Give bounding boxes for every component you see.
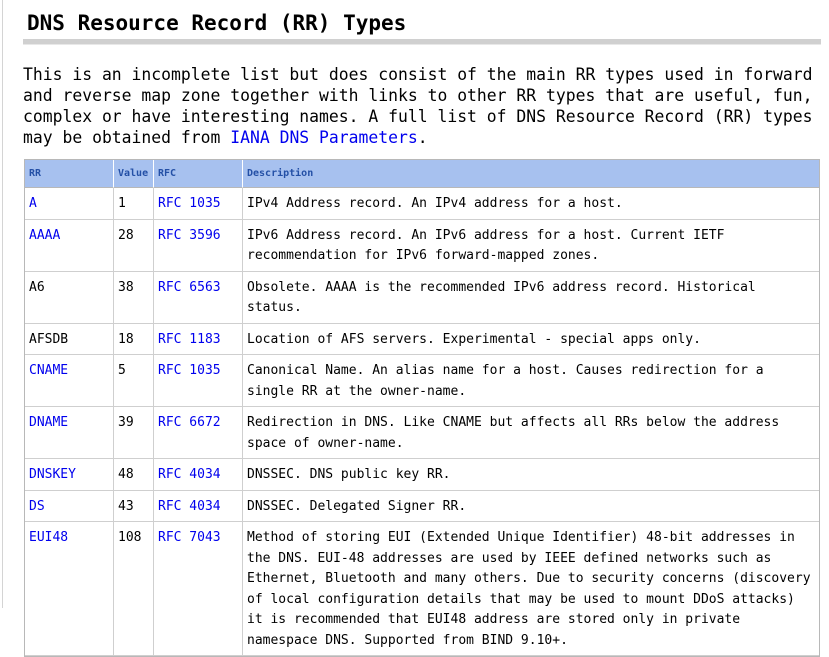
rfc-link[interactable]: RFC 4034 [158,467,221,482]
cell-rfc: RFC 4034 [154,459,243,491]
cell-rfc: RFC 1183 [154,323,243,355]
cell-rr: DNAME [25,407,114,459]
table-row: AAAA 28 RFC 3596 IPv6 Address record. An IP… [25,219,819,272]
cell-value: 18 [114,323,154,355]
cell-value: 108 [114,522,154,656]
cell-rfc: RFC 3596 [154,219,243,272]
title-divider [23,39,821,45]
cell-description: DNSSEC. Delegated Signer RR. [243,491,819,522]
cell-rr: DS [25,490,114,522]
rr-type-link[interactable]: EUI48 [29,530,68,545]
rr-types-table: RR Value RFC Description A 1 RFC 1035 IPv4 … [24,159,820,657]
cell-rfc: RFC 1035 [154,355,243,407]
rr-type-text: AFSDB [29,331,69,347]
table-row: A6 38 RFC 6563 Obsolete. AAAA is the recomm… [25,271,819,324]
cell-rfc: RFC 6672 [154,407,243,459]
rr-type-link[interactable]: DS [29,499,45,514]
rfc-link[interactable]: RFC 3596 [158,228,221,243]
cell-description: IPv6 Address record. An IPv6 address for… [243,220,819,272]
table-row: CNAME 5 RFC 1035 Canonical Name. An alias n… [25,355,819,407]
header-description: Description [243,160,819,188]
cell-rr: AFSDB [25,323,114,355]
cell-rfc: RFC 4034 [154,490,243,522]
rfc-link[interactable]: RFC 1035 [158,196,221,211]
cell-rr: DNSKEY [25,459,114,491]
cell-rfc: RFC 1035 [154,188,243,220]
cell-rr: A [25,188,114,220]
left-border [2,0,3,608]
cell-value: 5 [114,355,154,407]
cell-description: Canonical Name. An alias name for a host… [243,355,819,407]
table-row: DNSKEY 48 RFC 4034 DNSSEC. DNS public key R… [25,459,819,491]
cell-value: 43 [114,490,154,522]
header-rfc: RFC [154,160,243,188]
cell-description: DNSSEC. DNS public key RR. [243,459,819,491]
rr-type-link[interactable]: A [29,196,37,211]
table-row: A 1 RFC 1035 IPv4 Address record. An IPv4 a… [25,188,819,220]
table-body: A 1 RFC 1035 IPv4 Address record. An IPv4 a… [25,188,819,656]
rfc-link[interactable]: RFC 6672 [158,415,221,430]
cell-rr: EUI48 [25,522,114,656]
cell-value: 38 [114,271,154,324]
cell-description: Redirection in DNS. Like CNAME but affec… [243,407,819,459]
cell-value: 28 [114,219,154,272]
rfc-link[interactable]: RFC 1183 [158,332,221,347]
cell-description: IPv4 Address record. An IPv4 address for… [243,188,819,220]
cell-description: Method of storing EUI (Extended Unique I… [243,522,819,656]
rfc-link[interactable]: RFC 4034 [158,499,221,514]
rr-type-text: A6 [29,279,45,295]
rfc-link[interactable]: RFC 7043 [158,530,221,545]
cell-description: Location of AFS servers. Experimental - … [243,324,819,355]
cell-value: 48 [114,459,154,491]
cell-description: Obsolete. AAAA is the recommended IPv6 a… [243,272,819,324]
rr-type-link[interactable]: DNAME [29,415,68,430]
iana-dns-parameters-link[interactable]: IANA DNS Parameters [230,128,418,147]
rfc-link[interactable]: RFC 6563 [158,280,221,295]
header-rr: RR [25,160,114,188]
rr-type-link[interactable]: AAAA [29,228,60,243]
table-header-row: RR Value RFC Description [25,160,819,188]
cell-rr: CNAME [25,355,114,407]
cell-rr: AAAA [25,219,114,272]
cell-rfc: RFC 6563 [154,271,243,324]
table-row: DS 43 RFC 4034 DNSSEC. Delegated Signer RR. [25,490,819,522]
intro-end: . [417,128,428,147]
cell-rr: A6 [25,271,114,324]
cell-rfc: RFC 7043 [154,522,243,656]
rr-type-link[interactable]: DNSKEY [29,467,76,482]
header-value: Value [114,160,154,188]
page-title: DNS Resource Record (RR) Types [27,11,407,35]
rr-type-link[interactable]: CNAME [29,363,68,378]
table-row: EUI48 108 RFC 7043 Method of storing EUI (E… [25,522,819,656]
page-content: DNS Resource Record (RR) Types This is a… [23,0,821,657]
rfc-link[interactable]: RFC 1035 [158,363,221,378]
cell-value: 1 [114,188,154,220]
cell-value: 39 [114,407,154,459]
table-row: AFSDB 18 RFC 1183 Location of AFS servers. … [25,323,819,355]
intro-paragraph: This is an incomplete list but does cons… [23,64,813,148]
table-row: DNAME 39 RFC 6672 Redirection in DNS. Like … [25,407,819,459]
